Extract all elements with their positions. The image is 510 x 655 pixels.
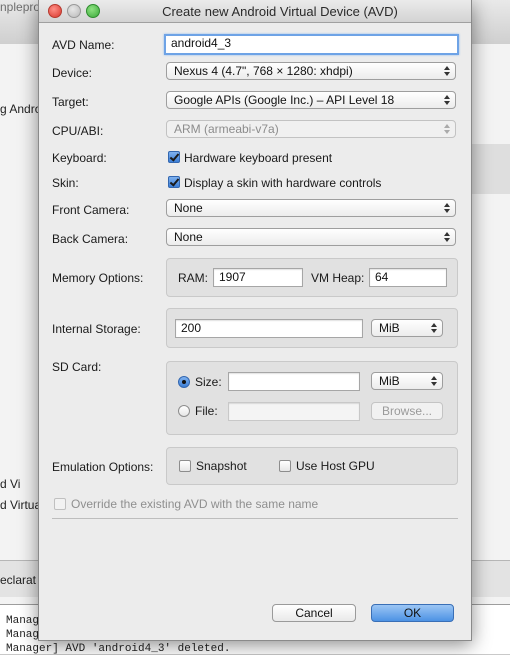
- chevron-updown-icon: [443, 65, 450, 77]
- vm-heap-input[interactable]: 64: [369, 268, 447, 287]
- console-line: Manag: [6, 629, 40, 641]
- ide-left-text: g Andro: [0, 102, 42, 116]
- sd-size-unit-value: MiB: [379, 374, 400, 388]
- cpu-abi-select: ARM (armeabi-v7a): [166, 120, 456, 138]
- sd-card-group: Size: MiB File: Browse...: [166, 361, 458, 435]
- override-checkbox-label: Override the existing AVD with the same …: [71, 497, 319, 511]
- ram-input[interactable]: 1907: [213, 268, 303, 287]
- ide-right-panel: [470, 44, 510, 604]
- sd-size-unit-select[interactable]: MiB: [371, 372, 443, 390]
- dialog-title: Create new Android Virtual Device (AVD): [162, 4, 398, 19]
- chevron-updown-icon: [443, 202, 450, 214]
- skin-checkbox-label: Display a skin with hardware controls: [184, 176, 382, 190]
- use-host-gpu-checkbox-label: Use Host GPU: [296, 459, 375, 473]
- avd-name-label: AVD Name:: [52, 38, 115, 52]
- memory-options-label: Memory Options:: [52, 271, 144, 285]
- chevron-updown-icon: [443, 231, 450, 243]
- internal-storage-label: Internal Storage:: [52, 322, 141, 336]
- skin-label: Skin:: [52, 176, 79, 190]
- back-camera-select-value: None: [174, 230, 203, 244]
- target-select[interactable]: Google APIs (Google Inc.) – API Level 18: [166, 91, 456, 109]
- ide-left-text: d Vi: [0, 477, 21, 491]
- use-host-gpu-checkbox[interactable]: [279, 460, 291, 472]
- ram-label: RAM:: [178, 271, 208, 285]
- cpu-abi-label: CPU/ABI:: [52, 124, 104, 138]
- front-camera-select[interactable]: None: [166, 199, 456, 217]
- sd-size-label: Size:: [195, 375, 222, 389]
- override-checkbox: [54, 498, 66, 510]
- dialog-separator: [52, 518, 458, 519]
- sd-file-input: [228, 402, 360, 421]
- vm-heap-label: VM Heap:: [311, 271, 365, 285]
- front-camera-label: Front Camera:: [52, 203, 130, 217]
- sd-file-radio[interactable]: [178, 405, 190, 417]
- ide-left-text: d Virtua: [0, 498, 42, 512]
- internal-storage-group: 200 MiB: [166, 308, 458, 348]
- console-line: Manager] AVD 'android4_3' deleted.: [6, 643, 231, 655]
- sd-file-label: File:: [195, 404, 218, 418]
- device-label: Device:: [52, 66, 93, 80]
- emulation-options-group: Snapshot Use Host GPU: [166, 447, 458, 485]
- avd-name-input[interactable]: android4_3: [164, 34, 459, 55]
- sd-card-label: SD Card:: [52, 360, 102, 374]
- snapshot-checkbox[interactable]: [179, 460, 191, 472]
- dialog-titlebar: Create new Android Virtual Device (AVD): [39, 0, 471, 23]
- keyboard-label: Keyboard:: [52, 151, 107, 165]
- cpu-abi-select-value: ARM (armeabi-v7a): [174, 122, 279, 136]
- device-select[interactable]: Nexus 4 (4.7", 768 × 1280: xhdpi): [166, 62, 456, 80]
- ide-title-fragment: nplepro: [0, 0, 41, 14]
- back-camera-select[interactable]: None: [166, 228, 456, 246]
- ok-button[interactable]: OK: [371, 604, 454, 622]
- zoom-window-button[interactable]: [86, 4, 100, 18]
- chevron-updown-icon: [443, 94, 450, 106]
- snapshot-checkbox-label: Snapshot: [196, 459, 247, 473]
- internal-storage-input[interactable]: 200: [175, 319, 363, 338]
- memory-options-group: RAM: 1907 VM Heap: 64: [166, 258, 458, 297]
- console-line: Manag: [6, 615, 40, 627]
- close-window-button[interactable]: [48, 4, 62, 18]
- keyboard-checkbox-label: Hardware keyboard present: [184, 151, 333, 165]
- chevron-updown-icon: [430, 322, 437, 334]
- create-avd-dialog: Create new Android Virtual Device (AVD) …: [38, 0, 472, 641]
- keyboard-checkbox[interactable]: [168, 151, 180, 163]
- internal-storage-unit-select[interactable]: MiB: [371, 319, 443, 337]
- internal-storage-unit-value: MiB: [379, 321, 400, 335]
- device-select-value: Nexus 4 (4.7", 768 × 1280: xhdpi): [174, 64, 353, 78]
- front-camera-select-value: None: [174, 201, 203, 215]
- sd-size-input[interactable]: [228, 372, 360, 391]
- minimize-window-button[interactable]: [67, 4, 81, 18]
- emulation-options-label: Emulation Options:: [52, 460, 154, 474]
- target-label: Target:: [52, 95, 89, 109]
- ide-left-panel: [0, 44, 41, 604]
- chevron-updown-icon: [430, 375, 437, 387]
- target-select-value: Google APIs (Google Inc.) – API Level 18: [174, 93, 395, 107]
- skin-checkbox[interactable]: [168, 176, 180, 188]
- browse-button: Browse...: [371, 402, 443, 420]
- chevron-updown-icon: [443, 123, 450, 135]
- back-camera-label: Back Camera:: [52, 232, 129, 246]
- sd-size-radio[interactable]: [178, 376, 190, 388]
- cancel-button[interactable]: Cancel: [272, 604, 356, 622]
- declaration-tab[interactable]: eclarat: [0, 573, 36, 587]
